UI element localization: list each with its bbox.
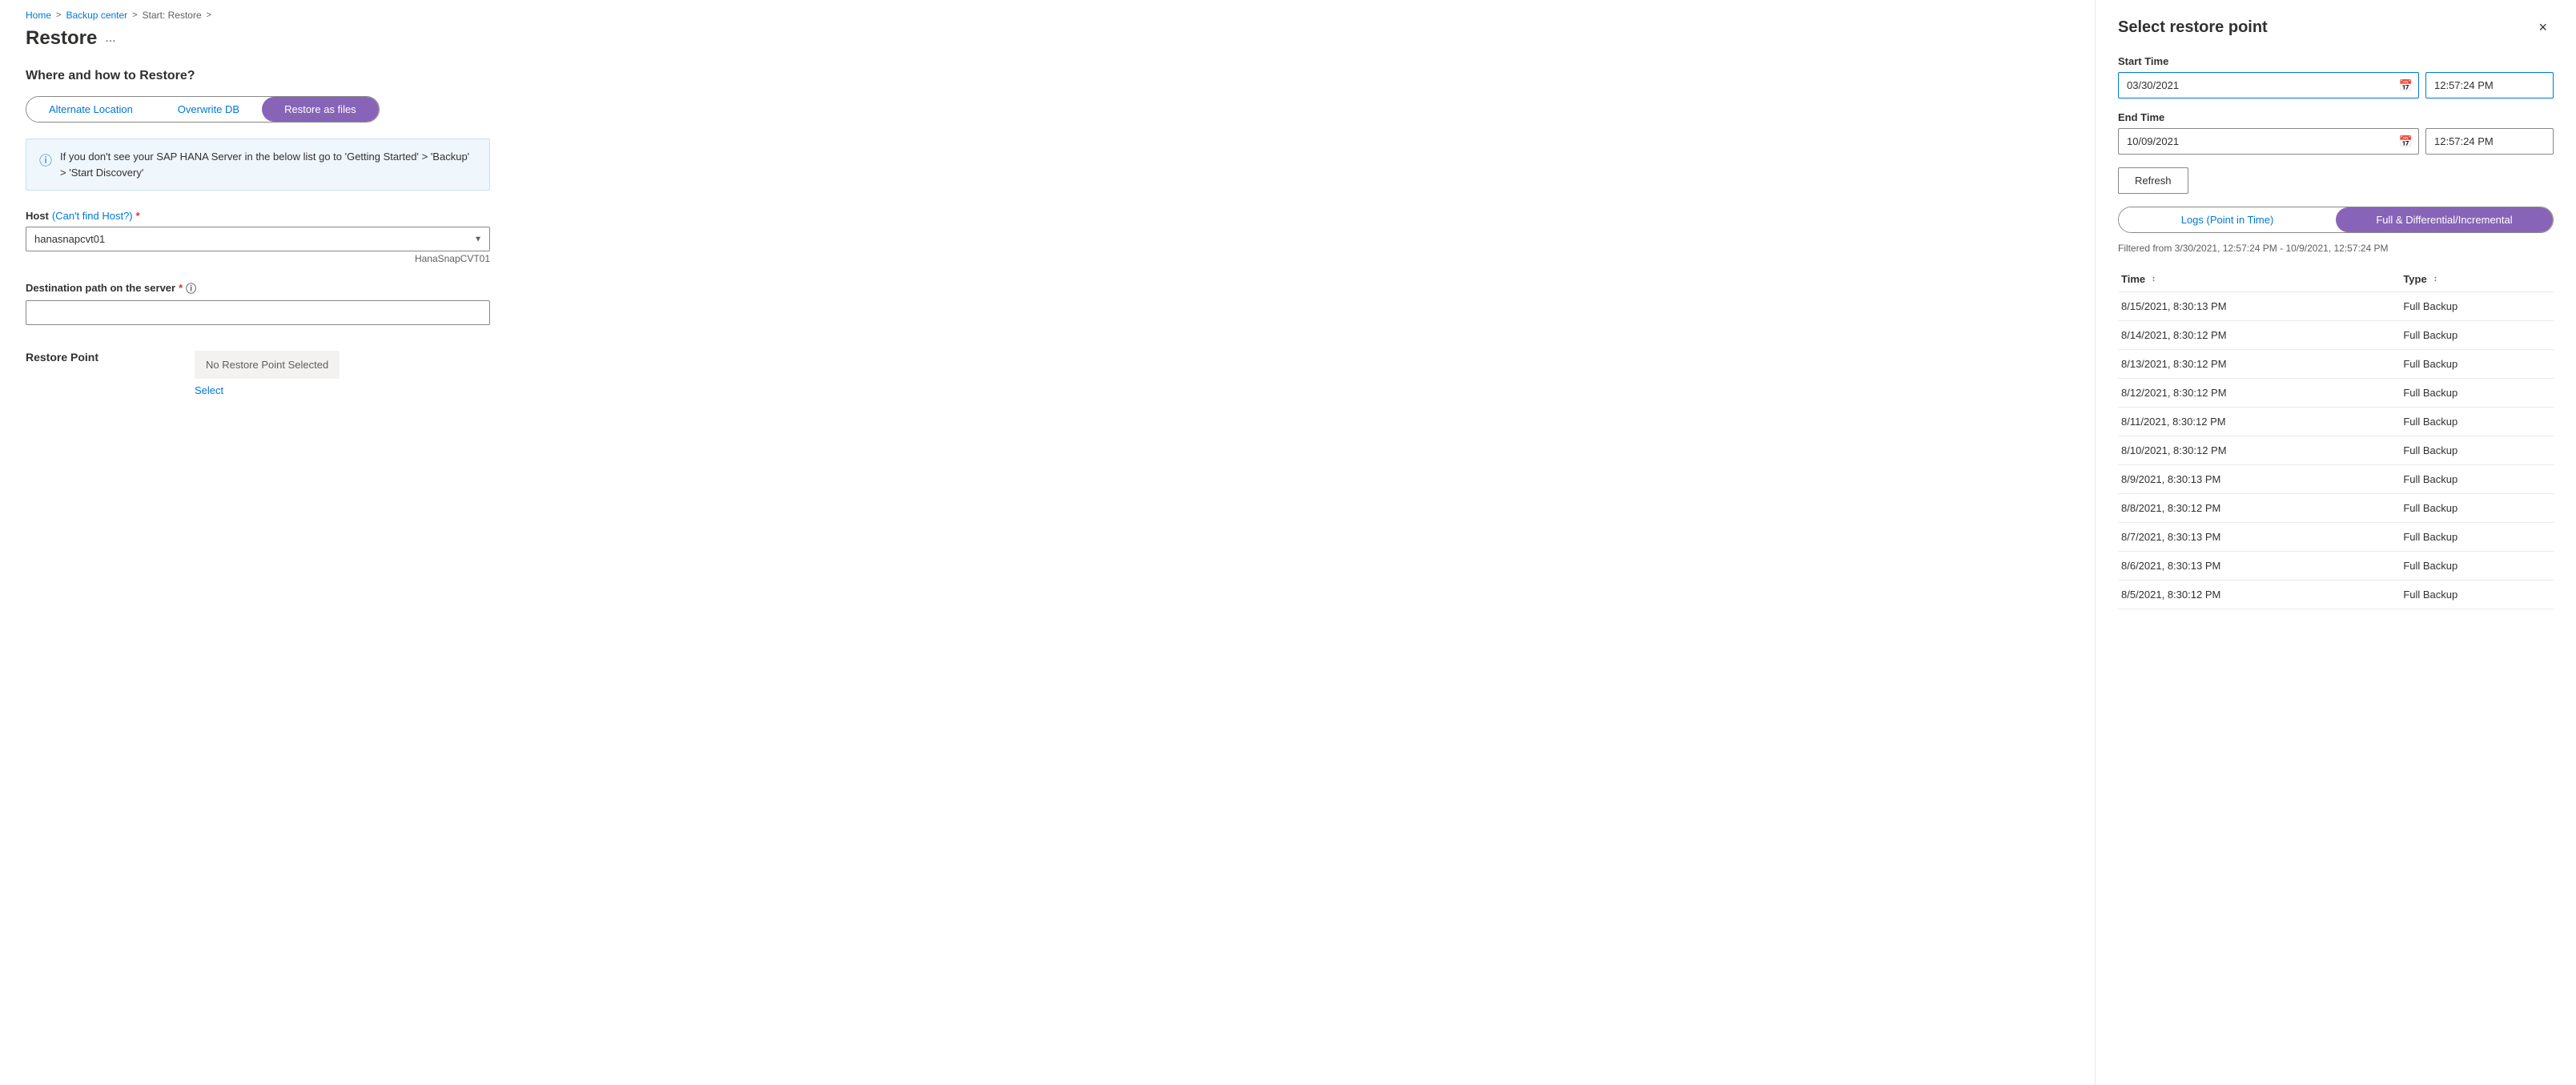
cell-time: 8/15/2021, 8:30:13 PM	[2118, 292, 2400, 321]
cell-time: 8/6/2021, 8:30:13 PM	[2118, 552, 2400, 581]
page-title: Restore	[26, 27, 97, 50]
cell-time: 8/11/2021, 8:30:12 PM	[2118, 408, 2400, 436]
type-sort-icon: ↕	[2433, 275, 2437, 283]
host-hint: HanaSnapCVT01	[26, 253, 490, 264]
cell-type: Full Backup	[2400, 465, 2554, 494]
host-select-wrapper: hanasnapcvt01 ▼	[26, 227, 490, 251]
info-icon: ⓘ	[39, 150, 52, 169]
breadcrumb-sep-3: >	[207, 10, 211, 20]
end-time-label: End Time	[2118, 111, 2554, 123]
info-text: If you don't see your SAP HANA Server in…	[60, 149, 476, 180]
host-label: Host (Can't find Host?) *	[26, 210, 490, 222]
cell-time: 8/10/2021, 8:30:12 PM	[2118, 436, 2400, 465]
restore-point-section: Restore Point No Restore Point Selected …	[26, 351, 490, 396]
cell-type: Full Backup	[2400, 494, 2554, 523]
th-time[interactable]: Time ↕	[2118, 267, 2400, 292]
th-type[interactable]: Type ↕	[2400, 267, 2554, 292]
restore-points-table: Time ↕ Type ↕ 8/15/2021, 8:30:13 PMFull …	[2118, 267, 2554, 609]
destination-help-icon[interactable]: ⓘ	[186, 280, 196, 295]
info-box: ⓘ If you don't see your SAP HANA Server …	[26, 139, 490, 191]
host-field-group: Host (Can't find Host?) * hanasnapcvt01 …	[26, 210, 490, 264]
table-row[interactable]: 8/13/2021, 8:30:12 PMFull Backup	[2118, 350, 2554, 379]
host-required-star: *	[136, 210, 140, 222]
log-type-toggle: Logs (Point in Time) Full & Differential…	[2118, 207, 2554, 233]
start-time-label: Start Time	[2118, 55, 2554, 67]
select-restore-point-link[interactable]: Select	[195, 384, 223, 396]
page-title-ellipsis[interactable]: ...	[105, 31, 115, 46]
cell-time: 8/14/2021, 8:30:12 PM	[2118, 321, 2400, 350]
cell-type: Full Backup	[2400, 552, 2554, 581]
start-time-row: 📅	[2118, 72, 2554, 98]
breadcrumb-start-restore: Start: Restore	[143, 10, 202, 21]
breadcrumb: Home > Backup center > Start: Restore >	[26, 0, 2069, 27]
destination-field-group: Destination path on the server * ⓘ	[26, 280, 490, 325]
destination-label: Destination path on the server * ⓘ	[26, 280, 490, 295]
right-panel: Select restore point × Start Time 📅 End …	[2096, 0, 2576, 1085]
cell-time: 8/13/2021, 8:30:12 PM	[2118, 350, 2400, 379]
toggle-logs[interactable]: Logs (Point in Time)	[2119, 207, 2336, 232]
destination-required-star: *	[179, 282, 183, 294]
cell-time: 8/9/2021, 8:30:13 PM	[2118, 465, 2400, 494]
table-row[interactable]: 8/11/2021, 8:30:12 PMFull Backup	[2118, 408, 2554, 436]
destination-input[interactable]	[26, 300, 490, 325]
left-panel: Home > Backup center > Start: Restore > …	[0, 0, 2096, 1085]
breadcrumb-sep-2: >	[132, 10, 137, 20]
cell-type: Full Backup	[2400, 581, 2554, 609]
panel-title: Select restore point	[2118, 18, 2268, 37]
cell-type: Full Backup	[2400, 292, 2554, 321]
right-panel-header: Select restore point ×	[2118, 16, 2554, 39]
table-row[interactable]: 8/8/2021, 8:30:12 PMFull Backup	[2118, 494, 2554, 523]
end-date-wrapper: 📅	[2118, 128, 2419, 155]
page-title-row: Restore ...	[26, 27, 2069, 50]
restore-type-tabs: Alternate Location Overwrite DB Restore …	[26, 96, 380, 123]
refresh-button[interactable]: Refresh	[2118, 167, 2188, 194]
cell-type: Full Backup	[2400, 408, 2554, 436]
start-time-input[interactable]	[2425, 72, 2554, 98]
table-row[interactable]: 8/12/2021, 8:30:12 PMFull Backup	[2118, 379, 2554, 408]
toggle-full[interactable]: Full & Differential/Incremental	[2336, 207, 2553, 232]
restore-point-label: Restore Point	[26, 351, 98, 364]
section-title: Where and how to Restore?	[26, 69, 2069, 83]
end-time-input[interactable]	[2425, 128, 2554, 155]
breadcrumb-backup-center[interactable]: Backup center	[66, 10, 127, 21]
cell-time: 8/12/2021, 8:30:12 PM	[2118, 379, 2400, 408]
table-row[interactable]: 8/14/2021, 8:30:12 PMFull Backup	[2118, 321, 2554, 350]
table-row[interactable]: 8/9/2021, 8:30:13 PMFull Backup	[2118, 465, 2554, 494]
table-header-row: Time ↕ Type ↕	[2118, 267, 2554, 292]
table-row[interactable]: 8/6/2021, 8:30:13 PMFull Backup	[2118, 552, 2554, 581]
filter-text: Filtered from 3/30/2021, 12:57:24 PM - 1…	[2118, 243, 2554, 254]
tab-restore-as-files[interactable]: Restore as files	[262, 97, 379, 122]
breadcrumb-home[interactable]: Home	[26, 10, 51, 21]
breadcrumb-sep-1: >	[56, 10, 61, 20]
cell-time: 8/8/2021, 8:30:12 PM	[2118, 494, 2400, 523]
end-time-section: End Time 📅	[2118, 111, 2554, 155]
cell-type: Full Backup	[2400, 436, 2554, 465]
cell-type: Full Backup	[2400, 379, 2554, 408]
start-time-section: Start Time 📅	[2118, 55, 2554, 98]
host-select[interactable]: hanasnapcvt01	[26, 227, 490, 251]
start-date-wrapper: 📅	[2118, 72, 2419, 98]
table-row[interactable]: 8/10/2021, 8:30:12 PMFull Backup	[2118, 436, 2554, 465]
end-date-input[interactable]	[2118, 128, 2419, 155]
table-row[interactable]: 8/7/2021, 8:30:13 PMFull Backup	[2118, 523, 2554, 552]
tab-alternate-location[interactable]: Alternate Location	[26, 97, 155, 122]
cant-find-host-link[interactable]: (Can't find Host?)	[52, 210, 133, 222]
cell-type: Full Backup	[2400, 321, 2554, 350]
cell-type: Full Backup	[2400, 350, 2554, 379]
cell-time: 8/7/2021, 8:30:13 PM	[2118, 523, 2400, 552]
tab-overwrite-db[interactable]: Overwrite DB	[155, 97, 262, 122]
start-date-input[interactable]	[2118, 72, 2419, 98]
time-sort-icon: ↕	[2152, 275, 2156, 283]
table-row[interactable]: 8/15/2021, 8:30:13 PMFull Backup	[2118, 292, 2554, 321]
close-button[interactable]: ×	[2532, 16, 2554, 39]
restore-point-value: No Restore Point Selected	[195, 351, 340, 379]
cell-time: 8/5/2021, 8:30:12 PM	[2118, 581, 2400, 609]
cell-type: Full Backup	[2400, 523, 2554, 552]
end-time-row: 📅	[2118, 128, 2554, 155]
table-row[interactable]: 8/5/2021, 8:30:12 PMFull Backup	[2118, 581, 2554, 609]
